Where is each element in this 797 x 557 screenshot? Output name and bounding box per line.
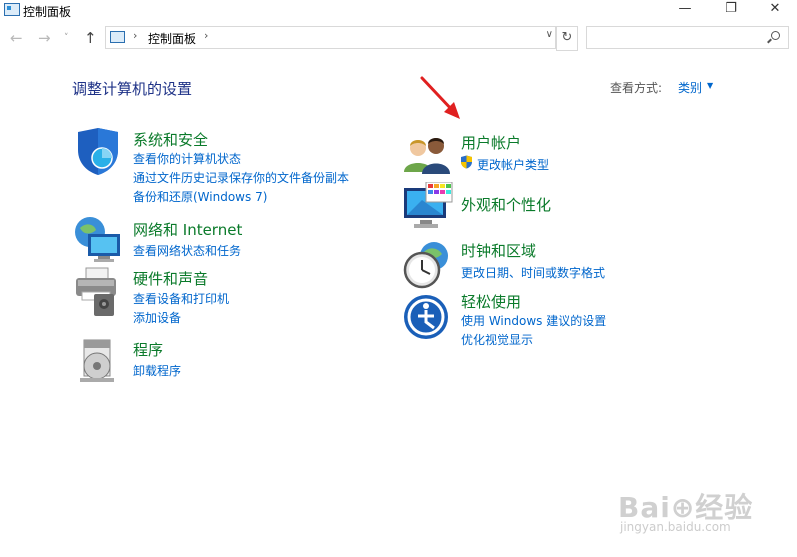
category-title-programs[interactable]: 程序 bbox=[133, 339, 163, 360]
link-add-device[interactable]: 添加设备 bbox=[133, 309, 181, 326]
printer-icon[interactable] bbox=[72, 266, 124, 316]
link-network-status[interactable]: 查看网络状态和任务 bbox=[133, 242, 241, 259]
minimize-button[interactable]: — bbox=[662, 0, 708, 20]
recent-locations-button[interactable]: ˅ bbox=[64, 26, 69, 50]
search-icon[interactable] bbox=[771, 31, 780, 40]
users-icon[interactable] bbox=[402, 132, 454, 182]
baidu-watermark: Bai⊕经验 jingyan.baidu.com bbox=[610, 486, 760, 546]
category-title-system-security[interactable]: 系统和安全 bbox=[133, 129, 208, 150]
red-arrow-annotation bbox=[420, 76, 460, 119]
watermark-url: jingyan.baidu.com bbox=[620, 520, 731, 534]
link-change-account-type[interactable]: 更改帐户类型 bbox=[477, 156, 549, 173]
title-bar: 控制面板 — ❐ ✕ bbox=[0, 0, 797, 20]
search-input[interactable] bbox=[586, 26, 789, 49]
link-uninstall-program[interactable]: 卸载程序 bbox=[133, 362, 181, 379]
clock-globe-icon[interactable] bbox=[402, 240, 454, 290]
link-devices-printers[interactable]: 查看设备和打印机 bbox=[133, 290, 229, 307]
view-by-dropdown[interactable]: 类别 bbox=[678, 79, 702, 96]
network-globe-icon[interactable] bbox=[72, 214, 124, 264]
link-view-computer-status[interactable]: 查看你的计算机状态 bbox=[133, 150, 241, 167]
link-change-date-time-format[interactable]: 更改日期、时间或数字格式 bbox=[461, 264, 605, 281]
up-button[interactable]: ↑ bbox=[84, 26, 97, 50]
ease-of-access-icon[interactable] bbox=[402, 292, 454, 342]
uac-shield-icon bbox=[461, 155, 472, 169]
maximize-button[interactable]: ❐ bbox=[708, 0, 754, 20]
shield-icon[interactable] bbox=[72, 126, 124, 176]
window-title: 控制面板 bbox=[23, 5, 72, 19]
control-panel-icon bbox=[110, 31, 125, 43]
monitor-palette-icon[interactable] bbox=[402, 182, 454, 232]
link-recommended-settings[interactable]: 使用 Windows 建议的设置 bbox=[461, 312, 606, 329]
forward-button[interactable]: → bbox=[38, 26, 51, 50]
breadcrumb-separator[interactable]: › bbox=[133, 29, 137, 42]
category-title-hardware-sound[interactable]: 硬件和声音 bbox=[133, 268, 208, 289]
link-optimize-visual-display[interactable]: 优化视觉显示 bbox=[461, 331, 533, 348]
address-dropdown-icon[interactable]: ∨ bbox=[546, 29, 553, 40]
breadcrumb-control-panel[interactable]: 控制面板 bbox=[148, 30, 196, 47]
category-title-user-accounts[interactable]: 用户帐户 bbox=[461, 132, 521, 153]
close-button[interactable]: ✕ bbox=[752, 0, 797, 20]
category-title-appearance-personalization[interactable]: 外观和个性化 bbox=[461, 194, 551, 215]
program-disc-icon[interactable] bbox=[76, 336, 128, 386]
category-title-network-internet[interactable]: 网络和 Internet bbox=[133, 219, 242, 240]
category-title-ease-of-access[interactable]: 轻松使用 bbox=[461, 291, 521, 312]
control-panel-icon bbox=[4, 3, 20, 16]
address-bar[interactable]: › 控制面板 › ∨ bbox=[105, 26, 556, 49]
refresh-button[interactable]: ↻ bbox=[556, 26, 578, 51]
back-button[interactable]: ← bbox=[10, 26, 23, 50]
page-title: 调整计算机的设置 bbox=[72, 80, 193, 98]
category-title-clock-region[interactable]: 时钟和区域 bbox=[461, 240, 536, 261]
chevron-down-icon[interactable]: ▼ bbox=[707, 81, 713, 90]
breadcrumb-separator[interactable]: › bbox=[204, 29, 208, 42]
link-file-history[interactable]: 通过文件历史记录保存你的文件备份副本 bbox=[133, 169, 349, 186]
link-backup-restore[interactable]: 备份和还原(Windows 7) bbox=[133, 188, 267, 205]
view-by-label: 查看方式: bbox=[610, 81, 663, 95]
